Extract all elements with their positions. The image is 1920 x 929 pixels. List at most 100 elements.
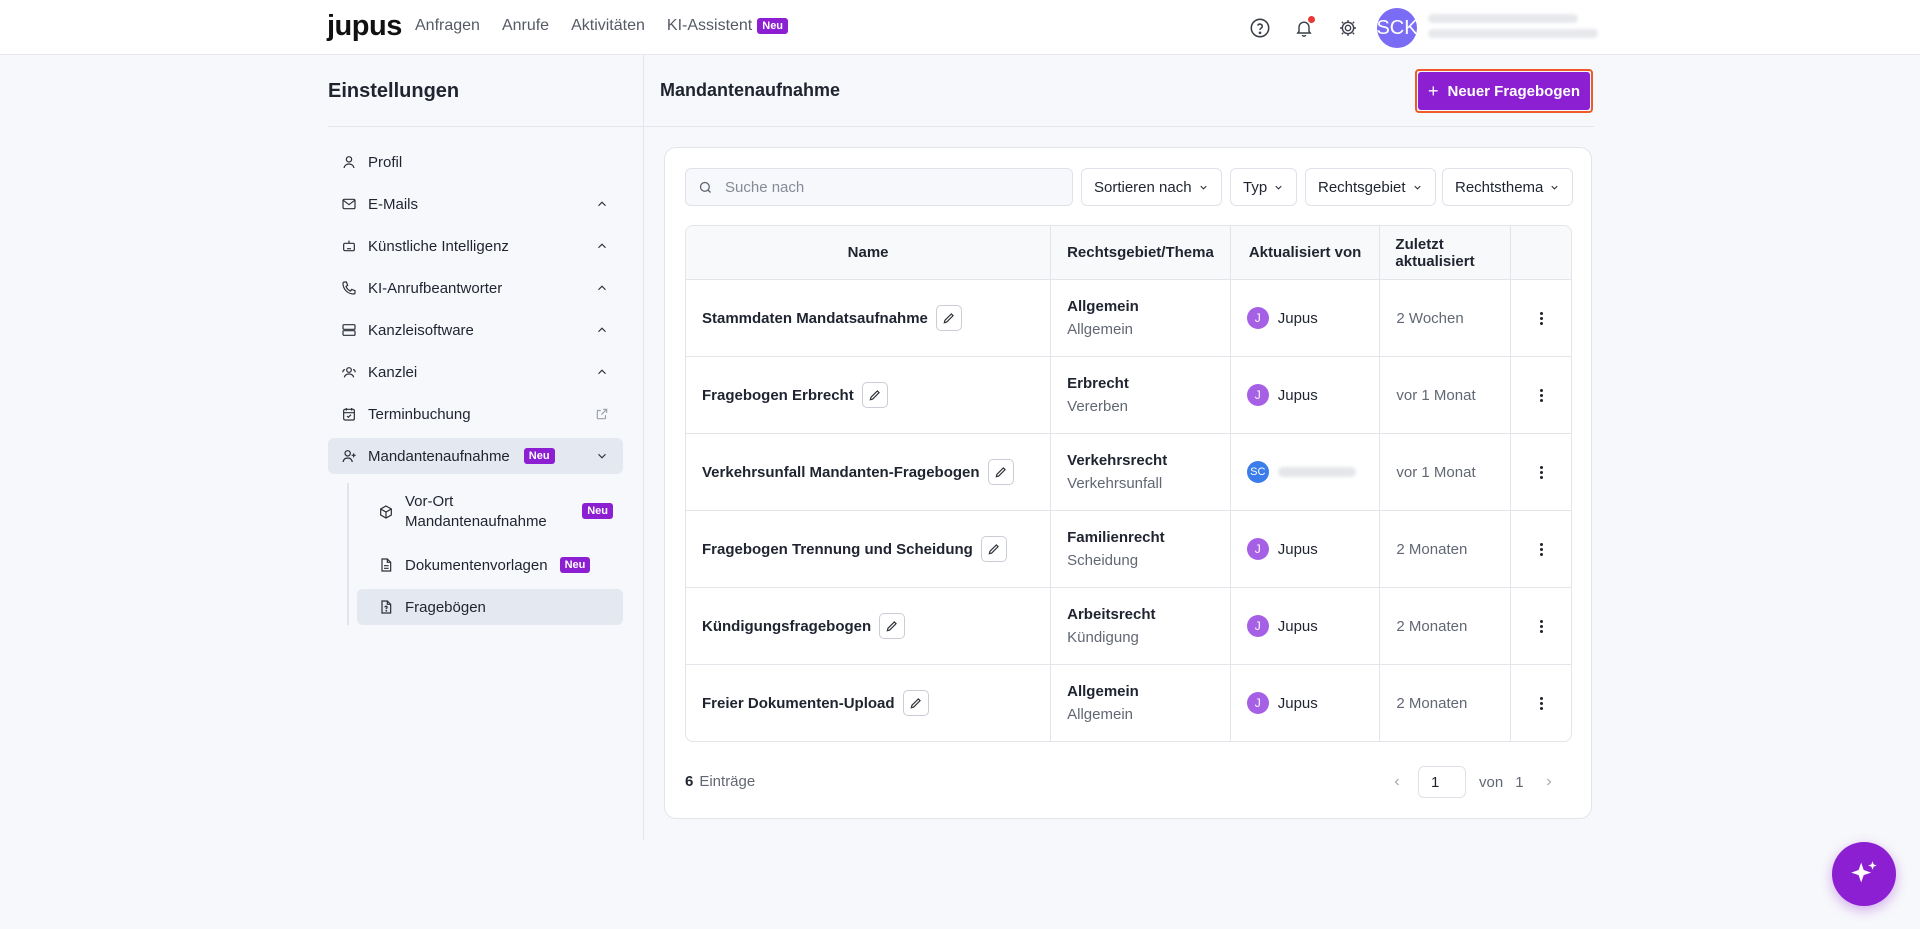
page-title: Mandantenaufnahme: [660, 80, 841, 100]
row-name[interactable]: Kündigungsfragebogen: [702, 618, 871, 635]
user-plus-icon: [340, 447, 358, 465]
nav-aktivitaeten-label: Aktivitäten: [571, 17, 645, 34]
previous-page-button[interactable]: [1390, 776, 1404, 788]
row-name[interactable]: Fragebogen Trennung und Scheidung: [702, 541, 973, 558]
sidebar-item-label: Terminbuchung: [368, 405, 471, 423]
row-name[interactable]: Fragebogen Erbrecht: [702, 387, 854, 404]
row-name[interactable]: Verkehrsunfall Mandanten-Fragebogen: [702, 464, 980, 481]
chevron-up-icon[interactable]: [595, 365, 609, 379]
pencil-icon: [943, 313, 954, 324]
edit-button[interactable]: [902, 690, 929, 716]
user-name-redacted[interactable]: [1428, 14, 1598, 42]
nav-aktivitaeten[interactable]: Aktivitäten: [571, 17, 645, 35]
edit-button[interactable]: [987, 459, 1014, 485]
main-nav: Anfragen Anrufe Aktivitäten KI-Assistent…: [415, 17, 810, 35]
chevron-up-icon[interactable]: [595, 239, 609, 253]
chevron-up-icon[interactable]: [595, 281, 609, 295]
new-questionnaire-button-inner[interactable]: + Neuer Fragebogen: [1418, 72, 1590, 110]
sidebar-item-kanzlei[interactable]: Kanzlei: [328, 354, 623, 390]
nav-anrufe[interactable]: Anrufe: [502, 17, 549, 35]
edit-button[interactable]: [861, 382, 888, 408]
sidebar-item-profil[interactable]: Profil: [328, 144, 623, 180]
row-menu-button[interactable]: [1510, 280, 1571, 356]
divider: [328, 126, 643, 127]
row-name[interactable]: Stammdaten Mandatsaufnahme: [702, 310, 928, 327]
table-row[interactable]: Fragebogen Trennung und Scheidung Famili…: [686, 510, 1571, 587]
edit-button[interactable]: [935, 305, 962, 331]
table-row[interactable]: Stammdaten Mandatsaufnahme Allgemein Allg…: [686, 279, 1571, 356]
page-number-input[interactable]: 1: [1418, 766, 1466, 798]
notifications-button[interactable]: [1289, 13, 1319, 43]
nav-ki-assistent[interactable]: KI-Assistent Neu: [667, 17, 789, 35]
row-menu-button[interactable]: [1510, 588, 1571, 664]
nav-anfragen[interactable]: Anfragen: [415, 17, 480, 35]
user-avatar[interactable]: SCK: [1376, 8, 1418, 48]
chevron-down-icon[interactable]: [595, 449, 609, 463]
sidebar-item-mandantenaufnahme[interactable]: Mandantenaufnahme Neu: [328, 438, 623, 474]
next-page-button[interactable]: [1542, 776, 1556, 788]
area-label: Rechtsgebiet: [1318, 178, 1406, 196]
ai-assistant-button[interactable]: [1832, 842, 1896, 906]
row-menu-button[interactable]: [1510, 665, 1571, 741]
row-topic: Allgemein: [1067, 321, 1134, 338]
top-navigation-bar: jupus Anfragen Anrufe Aktivitäten KI-Ass…: [0, 0, 1920, 55]
chevron-up-icon[interactable]: [595, 197, 609, 211]
help-button[interactable]: [1245, 13, 1275, 43]
sidebar-item-emails[interactable]: E-Mails: [328, 186, 623, 222]
top-icons: [1245, 0, 1377, 55]
column-header-actions: [1510, 226, 1571, 279]
row-menu-button[interactable]: [1510, 357, 1571, 433]
calendar-icon: [340, 405, 358, 423]
column-header-updater[interactable]: Aktualisiert von: [1229, 226, 1380, 279]
sidebar-item-label: Künstliche Intelligenz: [368, 237, 509, 255]
sidebar-item-vor-ort-mandantenaufnahme[interactable]: Vor-Ort Mandantenaufnahme Neu: [357, 483, 623, 541]
gear-icon: [1340, 19, 1356, 36]
edit-button[interactable]: [980, 536, 1007, 562]
edit-button[interactable]: [879, 613, 906, 639]
row-topic: Kündigung: [1067, 629, 1139, 646]
column-header-area[interactable]: Rechtsgebiet/Thema: [1050, 226, 1230, 279]
chevron-right-icon: [1546, 778, 1551, 786]
row-menu-button[interactable]: [1510, 511, 1571, 587]
sidebar-item-ki-anrufbeantworter[interactable]: KI-Anrufbeantworter: [328, 270, 623, 306]
row-menu-button[interactable]: [1510, 434, 1571, 510]
sidebar-item-kanzleisoftware[interactable]: Kanzleisoftware: [328, 312, 623, 348]
jupus-logo[interactable]: jupus: [327, 10, 402, 43]
topic-filter[interactable]: Rechtsthema: [1442, 168, 1574, 206]
row-area: Allgemein: [1067, 683, 1139, 700]
row-area: Allgemein: [1067, 298, 1139, 315]
row-name[interactable]: Freier Dokumenten-Upload: [702, 695, 895, 712]
external-link-icon[interactable]: [595, 407, 609, 421]
settings-button[interactable]: [1333, 13, 1363, 43]
sort-dropdown[interactable]: Sortieren nach: [1081, 168, 1222, 206]
sidebar-item-frageboegen[interactable]: Fragebögen: [357, 589, 623, 625]
entry-count: 6 Einträge: [685, 773, 755, 790]
type-filter[interactable]: Typ: [1230, 168, 1298, 206]
kebab-menu-icon: [1539, 311, 1543, 326]
cube-icon: [377, 503, 395, 521]
sidebar-item-terminbuchung[interactable]: Terminbuchung: [328, 396, 623, 432]
new-questionnaire-button[interactable]: + Neuer Fragebogen: [1415, 69, 1593, 113]
table-row[interactable]: Fragebogen Erbrecht Erbrecht Vererben J Ju…: [686, 356, 1571, 433]
chevron-up-icon[interactable]: [595, 323, 609, 337]
search-input[interactable]: [725, 178, 1045, 196]
row-updater: Jupus: [1277, 540, 1318, 558]
row-topic: Verkehrsunfall: [1067, 475, 1163, 492]
nav-anrufe-label: Anrufe: [501, 17, 550, 34]
row-updated: 2 Monaten: [1379, 665, 1510, 741]
sidebar-item-dokumentenvorlagen[interactable]: Dokumentenvorlagen Neu: [357, 547, 623, 583]
area-filter[interactable]: Rechtsgebiet: [1305, 168, 1436, 206]
new-badge: Neu: [559, 557, 591, 573]
table-row[interactable]: Kündigungsfragebogen Arbeitsrecht Kündigu…: [686, 587, 1571, 664]
sidebar-item-kuenstliche-intelligenz[interactable]: Künstliche Intelligenz: [328, 228, 623, 264]
sidebar-item-label: KI-Anrufbeantworter: [368, 279, 503, 297]
search-box[interactable]: [685, 168, 1073, 206]
row-topic: Allgemein: [1067, 706, 1134, 723]
column-header-name[interactable]: Name: [686, 226, 1050, 279]
table-row[interactable]: Freier Dokumenten-Upload Allgemein Allgem…: [686, 664, 1571, 741]
kebab-menu-icon: [1539, 696, 1543, 711]
chevron-left-icon: [1394, 778, 1399, 786]
topic-label: Rechtsthema: [1455, 178, 1544, 196]
table-row[interactable]: Verkehrsunfall Mandanten-Fragebogen Verk…: [686, 433, 1571, 510]
column-header-updated[interactable]: Zuletzt aktualisiert: [1379, 226, 1510, 279]
